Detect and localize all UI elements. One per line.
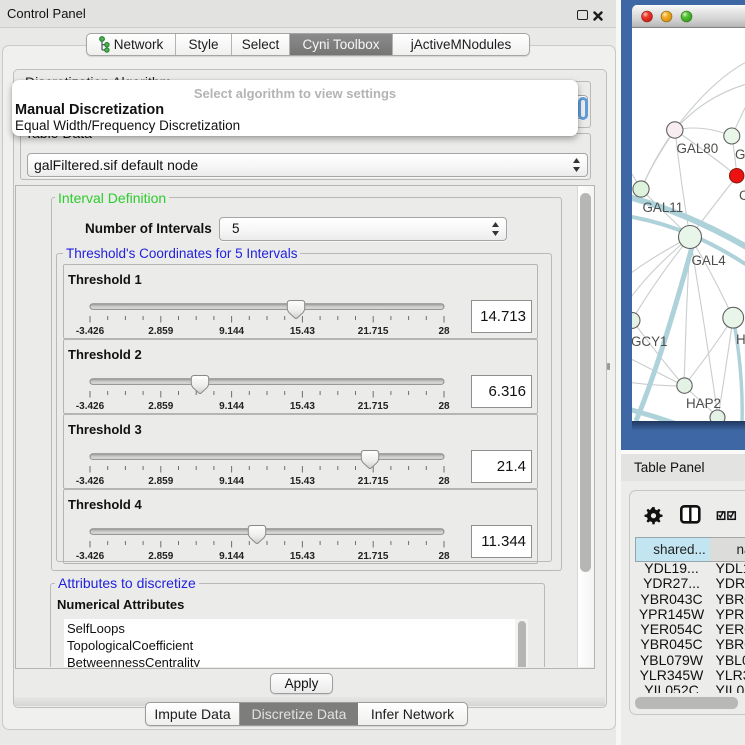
svg-text:GAL80: GAL80 — [677, 141, 719, 156]
svg-text:HAP2: HAP2 — [686, 396, 721, 411]
svg-text:GA: GA — [735, 147, 745, 162]
svg-text:GAL11: GAL11 — [643, 200, 684, 215]
svg-text:GCY1: GCY1 — [632, 334, 667, 349]
svg-text:C: C — [739, 188, 745, 203]
svg-text:GAL4: GAL4 — [692, 253, 727, 268]
svg-text:H: H — [736, 332, 745, 347]
